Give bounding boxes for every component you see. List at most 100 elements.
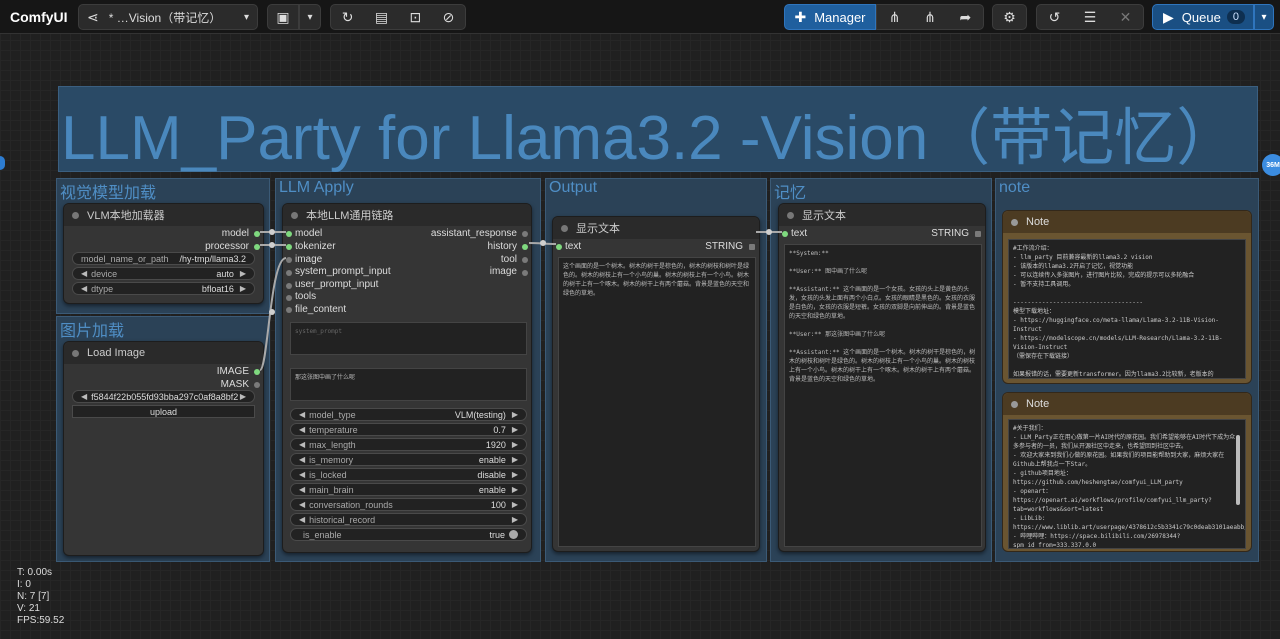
- output-model-slot[interactable]: [254, 231, 260, 237]
- widget-is-memory[interactable]: ◀ is_memory enable ▶: [290, 453, 527, 466]
- arrow-left-icon[interactable]: ◀: [299, 425, 305, 434]
- arrow-left-icon[interactable]: ◀: [299, 410, 305, 419]
- output-history-slot[interactable]: [522, 244, 528, 250]
- output-string-slot[interactable]: [749, 244, 755, 250]
- widget-historical-record[interactable]: ◀ historical_record ▶: [290, 513, 527, 526]
- history-textarea[interactable]: **System:** **User:** 图中画了什么呢 **Assistan…: [784, 244, 982, 547]
- arrow-left-icon[interactable]: ◀: [299, 485, 305, 494]
- input-file-content-slot[interactable]: [286, 307, 292, 313]
- queue-button[interactable]: ▶ Queue 0: [1152, 4, 1254, 30]
- title-group[interactable]: LLM_Party for Llama3.2 -Vision（带记忆）: [58, 86, 1258, 173]
- arrow-right-icon[interactable]: ▶: [512, 455, 518, 464]
- fit-view-icon[interactable]: ⊡: [409, 10, 421, 24]
- dtype-widget[interactable]: ◀ dtype bfloat16 ▶: [72, 282, 255, 295]
- clipboard-icon[interactable]: ▤: [375, 10, 388, 24]
- manager-button[interactable]: ✚ Manager: [784, 4, 876, 30]
- arrow-right-icon[interactable]: ▶: [512, 440, 518, 449]
- node-header[interactable]: VLM本地加载器: [64, 204, 263, 226]
- arrow-left-icon[interactable]: ◀: [299, 500, 305, 509]
- model-name-widget[interactable]: model_name_or_path /hy-tmp/llama3.2: [72, 252, 255, 265]
- input-user-prompt-slot[interactable]: [286, 283, 292, 289]
- refresh-icon[interactable]: ↻: [342, 10, 354, 24]
- node-header[interactable]: Note: [1003, 393, 1251, 415]
- save-button[interactable]: ▣: [267, 4, 299, 30]
- queue-list-icon[interactable]: ☰: [1084, 10, 1097, 24]
- node-header[interactable]: 显示文本: [779, 204, 985, 226]
- widget-conversation-rounds[interactable]: ◀ conversation_rounds 100 ▶: [290, 498, 527, 511]
- widget-model-type[interactable]: ◀ model_type VLM(testing) ▶: [290, 408, 527, 421]
- collapse-dot[interactable]: [787, 211, 794, 219]
- output-image-slot[interactable]: [254, 369, 260, 375]
- input-tokenizer-slot[interactable]: [286, 244, 292, 250]
- collapse-dot[interactable]: [561, 224, 568, 232]
- arrow-right-icon[interactable]: ▶: [512, 410, 518, 419]
- toggle-knob[interactable]: [509, 530, 518, 539]
- collapse-dot[interactable]: [72, 211, 79, 219]
- history-icon[interactable]: ↺: [1049, 10, 1061, 24]
- display-textarea[interactable]: 这个画面的是一个树木。树木的树干是棕色的，树木的树枝和树叶是绿色的。树木的树枝上…: [558, 257, 756, 547]
- system-prompt-textarea[interactable]: system_prompt: [290, 322, 527, 355]
- note-node-workflow-intro[interactable]: Note #工作流介绍： - llm_party 目前兼容最新的llama3.2…: [1002, 210, 1252, 384]
- input-text-slot[interactable]: [782, 231, 788, 237]
- share-arrow-icon[interactable]: ➦: [959, 10, 971, 24]
- vlm-loader-node[interactable]: VLM本地加载器 model processor model_name_or_p…: [63, 203, 264, 304]
- arrow-right-icon[interactable]: ▶: [240, 284, 246, 293]
- widget-temperature[interactable]: ◀ temperature 0.7 ▶: [290, 423, 527, 436]
- llm-chain-node[interactable]: 本地LLM通用链路 model tokenizer image system_p…: [282, 203, 532, 553]
- widget-max-length[interactable]: ◀ max_length 1920 ▶: [290, 438, 527, 451]
- save-menu-button[interactable]: ▾: [299, 4, 321, 30]
- note-textarea[interactable]: #工作流介绍： - llm_party 目前兼容最新的llama3.2 visi…: [1008, 239, 1246, 379]
- arrow-left-icon[interactable]: ◀: [299, 470, 305, 479]
- user-prompt-textarea[interactable]: 那这张图中画了什么呢: [290, 368, 527, 401]
- output-assistant-slot[interactable]: [522, 231, 528, 237]
- node-header[interactable]: Note: [1003, 211, 1251, 233]
- image-select-widget[interactable]: ◀ f5844f22b055fd93bba297c0af8a8bf2 (1).j…: [72, 390, 255, 403]
- is-enable-toggle[interactable]: is_enable true: [290, 528, 527, 541]
- workflow-icon[interactable]: ⋔: [889, 10, 901, 24]
- output-processor-slot[interactable]: [254, 244, 260, 250]
- arrow-left-icon[interactable]: ◀: [299, 515, 305, 524]
- collapse-dot[interactable]: [72, 349, 79, 357]
- collapse-dot[interactable]: [1011, 400, 1018, 408]
- output-mask-slot[interactable]: [254, 382, 260, 388]
- input-image-slot[interactable]: [286, 257, 292, 263]
- widget-main-brain[interactable]: ◀ main_brain enable ▶: [290, 483, 527, 496]
- display-text-output-node[interactable]: 显示文本 text STRING 这个画面的是一个树木。树木的树干是棕色的，树木…: [552, 216, 760, 552]
- input-tools-slot[interactable]: [286, 295, 292, 301]
- node-header[interactable]: Load Image: [64, 342, 263, 364]
- arrow-right-icon[interactable]: ▶: [240, 269, 246, 278]
- output-image-slot[interactable]: [522, 270, 528, 276]
- output-string-slot[interactable]: [975, 231, 981, 237]
- arrow-right-icon[interactable]: ▶: [512, 485, 518, 494]
- arrow-left-icon[interactable]: ◀: [81, 284, 87, 293]
- display-text-memory-node[interactable]: 显示文本 text STRING **System:** **User:** 图…: [778, 203, 986, 552]
- scrollbar-thumb[interactable]: [1236, 435, 1240, 505]
- input-model-slot[interactable]: [286, 231, 292, 237]
- input-text-slot[interactable]: [556, 244, 562, 250]
- collapse-dot[interactable]: [1011, 218, 1018, 226]
- upload-button[interactable]: upload: [72, 405, 255, 418]
- arrow-right-icon[interactable]: ▶: [240, 392, 246, 401]
- clear-icon[interactable]: ⊘: [443, 10, 455, 24]
- arrow-left-icon[interactable]: ◀: [299, 455, 305, 464]
- close-icon[interactable]: ✕: [1120, 10, 1132, 24]
- collapse-dot[interactable]: [291, 211, 298, 219]
- output-tool-slot[interactable]: [522, 257, 528, 263]
- sidebar-handle[interactable]: [0, 156, 5, 170]
- input-system-prompt-slot[interactable]: [286, 270, 292, 276]
- node-header[interactable]: 本地LLM通用链路: [283, 204, 531, 226]
- arrow-left-icon[interactable]: ◀: [81, 269, 87, 278]
- settings-button[interactable]: ⚙: [992, 4, 1027, 30]
- note-textarea[interactable]: #关于我们： - LLM_Party正在用心做第一片AI时代的原花园。我们希望能…: [1008, 419, 1246, 549]
- arrow-left-icon[interactable]: ◀: [81, 392, 87, 401]
- arrow-right-icon[interactable]: ▶: [512, 515, 518, 524]
- device-widget[interactable]: ◀ device auto ▶: [72, 267, 255, 280]
- load-image-node[interactable]: Load Image IMAGE MASK ◀ f5844f22b055fd93…: [63, 341, 264, 556]
- widget-is-locked[interactable]: ◀ is_locked disable ▶: [290, 468, 527, 481]
- workflow-alt-icon[interactable]: ⋔: [924, 10, 936, 24]
- arrow-right-icon[interactable]: ▶: [512, 500, 518, 509]
- queue-menu-button[interactable]: ▾: [1254, 4, 1274, 30]
- arrow-left-icon[interactable]: ◀: [299, 440, 305, 449]
- workflow-tab[interactable]: ⋖ * …Vision（带记忆） ▾: [78, 4, 258, 30]
- note-node-about-us[interactable]: Note #关于我们： - LLM_Party正在用心做第一片AI时代的原花园。…: [1002, 392, 1252, 552]
